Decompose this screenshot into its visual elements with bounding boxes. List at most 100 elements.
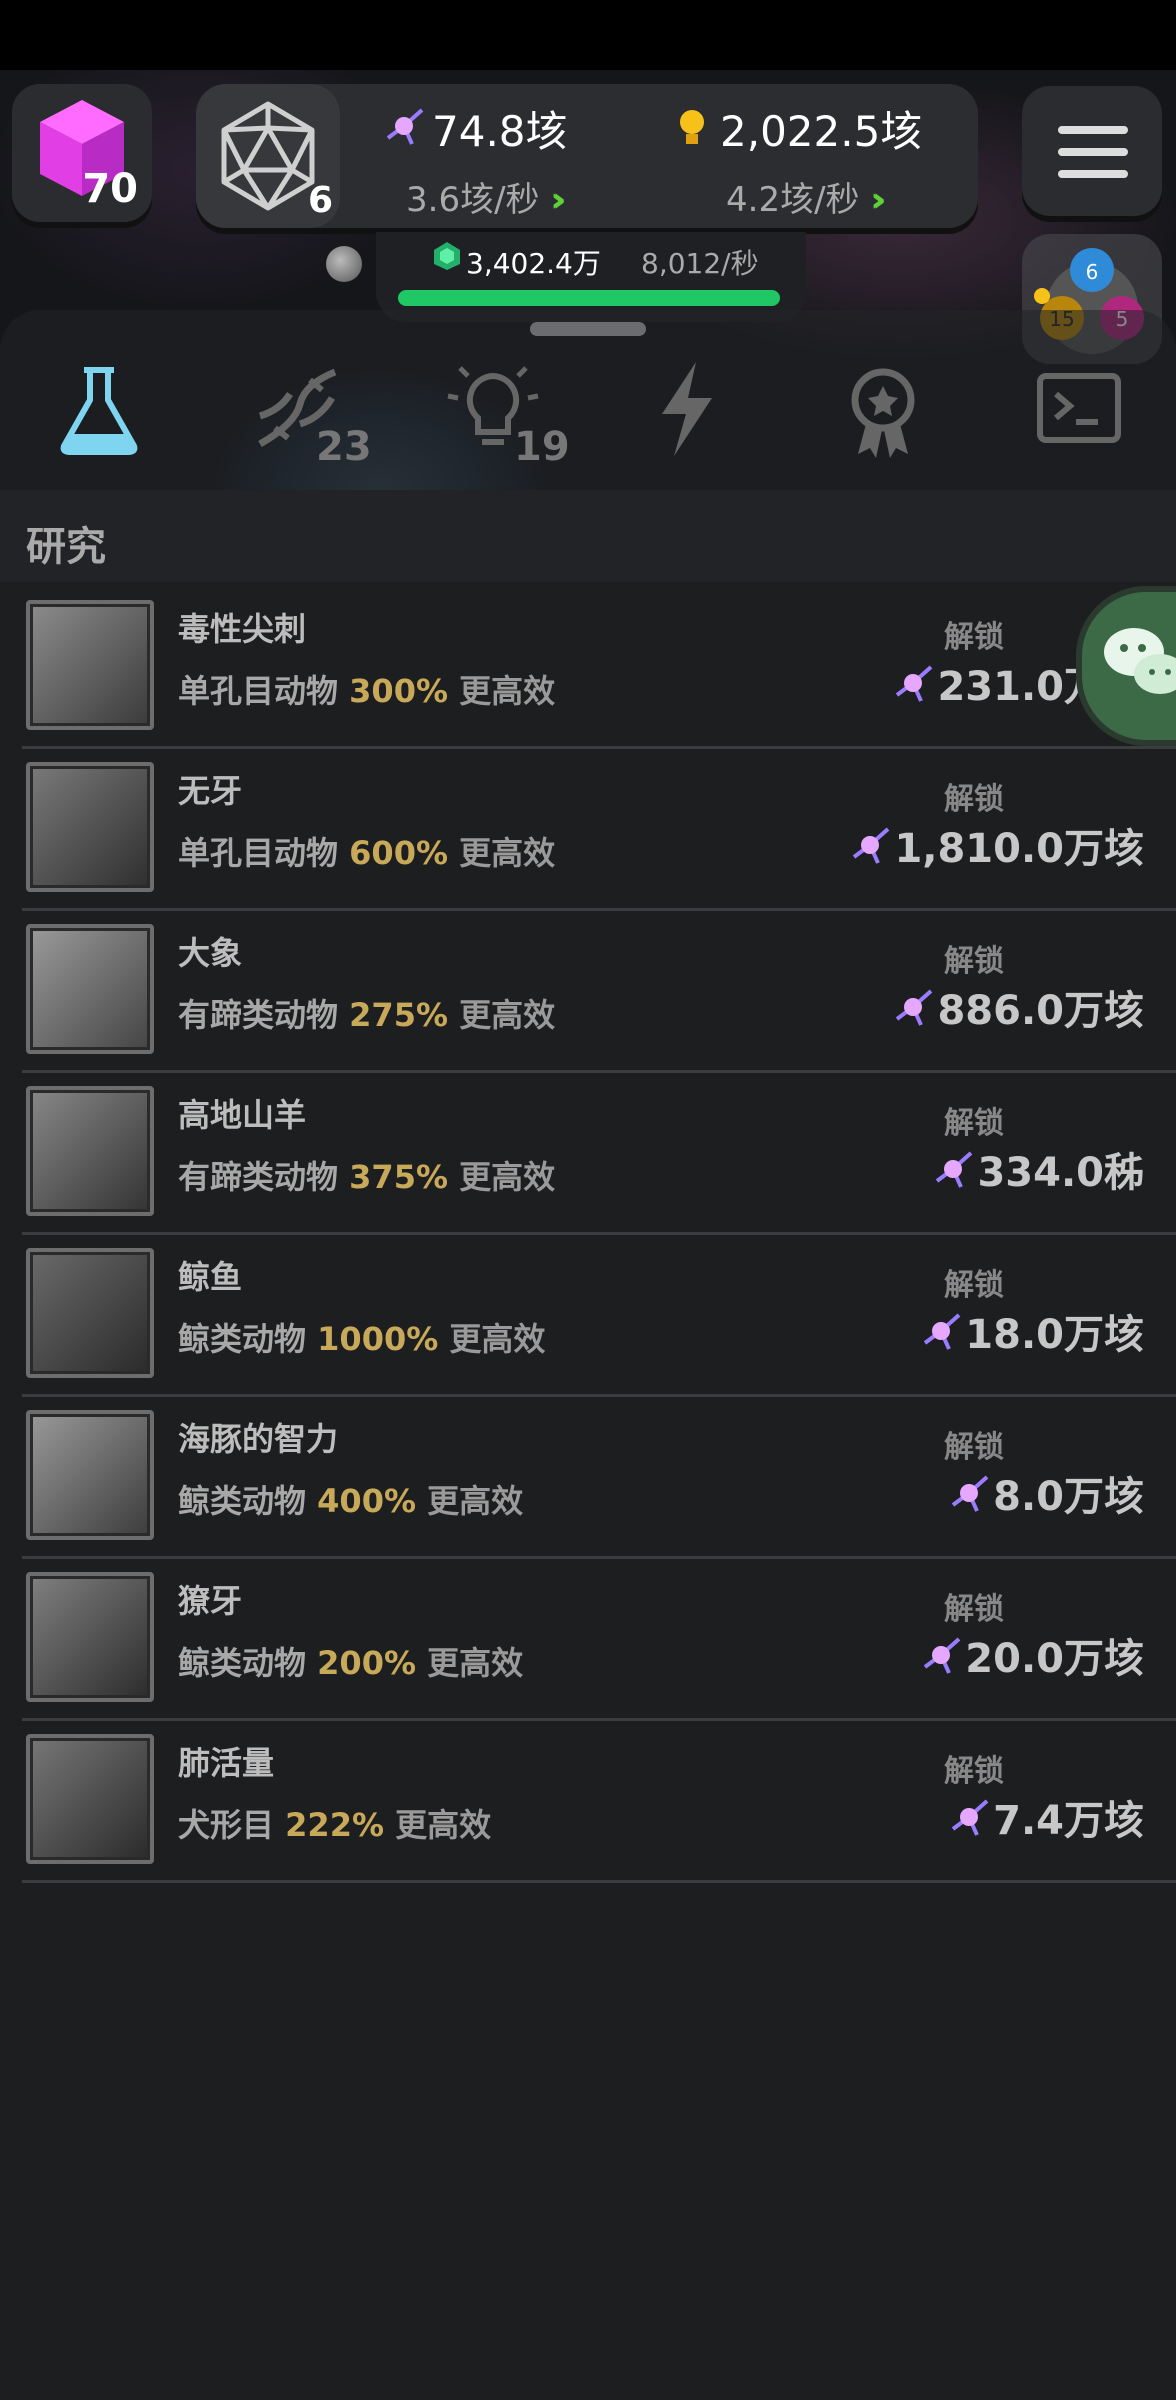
moon-icon xyxy=(326,246,362,282)
tab-bar xyxy=(0,310,1176,490)
research-row[interactable]: 鲸鱼 鲸类动物 1000% 更高效 解锁 18.0万垓 xyxy=(22,1232,1176,1397)
cost-value: 886.0万垓 xyxy=(937,988,1144,1034)
tab-dna[interactable]: 23 xyxy=(240,354,372,470)
unlock-label[interactable]: 解锁 xyxy=(944,1098,1004,1142)
d20-button[interactable]: 6 xyxy=(196,84,340,228)
effect-category: 有蹄类动物 xyxy=(178,996,339,1034)
d20-count: 6 xyxy=(308,180,334,221)
tab-boost[interactable] xyxy=(632,354,742,464)
effect-percent: 600% xyxy=(349,834,449,872)
research-row[interactable]: 肺活量 犬形目 222% 更高效 解锁 7.4万垓 xyxy=(22,1718,1176,1883)
unlock-label[interactable]: 解锁 xyxy=(944,1584,1004,1628)
dark-matter-icon xyxy=(924,1637,961,1674)
unlock-label[interactable]: 解锁 xyxy=(944,1260,1004,1304)
research-cost: 8.0万垓 xyxy=(947,1464,1144,1522)
unlock-label[interactable]: 解锁 xyxy=(944,936,1004,980)
dark-matter-icon xyxy=(896,989,933,1026)
lightning-icon xyxy=(662,362,712,456)
effect-percent: 1000% xyxy=(317,1320,439,1358)
effect-suffix: 更高效 xyxy=(395,1806,492,1844)
dark-matter-icon xyxy=(386,108,424,145)
animal-thumbnail xyxy=(26,1086,154,1216)
chevron-right-icon: ›› xyxy=(870,180,886,220)
research-name: 毒性尖刺 xyxy=(178,610,307,648)
effect-percent: 400% xyxy=(317,1482,417,1520)
effect-suffix: 更高效 xyxy=(459,996,556,1034)
cube-button[interactable]: 70 xyxy=(12,84,152,222)
unlock-label[interactable]: 解锁 xyxy=(944,774,1004,818)
effect-suffix: 更高效 xyxy=(459,1158,556,1196)
ideas-badge: 19 xyxy=(514,424,570,470)
cost-value: 334.0秭 xyxy=(977,1150,1144,1196)
wechat-icon xyxy=(1104,628,1176,694)
research-row[interactable]: 大象有蹄类动物 275% 更高效 解锁 886.0万垓 xyxy=(22,908,1176,1073)
effect-category: 鲸类动物 xyxy=(178,1320,307,1358)
effect-suffix: 更高效 xyxy=(427,1482,524,1520)
animal-thumbnail xyxy=(26,1248,154,1378)
research-name: 海豚的智力 xyxy=(178,1420,339,1458)
resource-panel[interactable]: 6 74.8垓 3.6垓/秒 ›› 2,022.5垓 4.2垓/秒 ›› xyxy=(196,84,978,228)
research-effect: 鲸类动物 400% 更高效 xyxy=(178,1476,523,1522)
research-name: 獠牙 xyxy=(178,1582,243,1620)
hamburger-line xyxy=(1058,170,1128,178)
effect-category: 单孔目动物 xyxy=(178,672,339,710)
dark-matter-icon xyxy=(924,1313,961,1350)
unlock-label[interactable]: 解锁 xyxy=(944,612,1004,656)
section-header xyxy=(0,490,1176,582)
effect-category: 鲸类动物 xyxy=(178,1644,307,1682)
unlock-label[interactable]: 解锁 xyxy=(944,1746,1004,1790)
effect-category: 鲸类动物 xyxy=(178,1482,307,1520)
drag-handle[interactable] xyxy=(530,322,646,336)
research-name: 肺活量 xyxy=(178,1744,275,1782)
research-effect: 有蹄类动物 275% 更高效 xyxy=(178,990,555,1036)
dark-matter-total: 74.8垓 xyxy=(432,107,568,156)
gem-panel[interactable]: 3,402.4万 8,012/秒 xyxy=(376,232,806,322)
effect-category: 犬形目 xyxy=(178,1806,275,1844)
effect-suffix: 更高效 xyxy=(427,1644,524,1682)
gems-progress-bar xyxy=(398,290,780,306)
research-effect: 有蹄类动物 375% 更高效 xyxy=(178,1152,555,1198)
lightbulb-small-icon xyxy=(680,110,704,144)
section-title: 研究 xyxy=(26,524,106,570)
flask-icon xyxy=(60,367,138,455)
research-row[interactable]: 高地山羊有蹄类动物 375% 更高效 解锁 334.0秭 xyxy=(22,1070,1176,1235)
research-effect: 单孔目动物 600% 更高效 xyxy=(178,828,555,874)
gem-icon xyxy=(434,242,460,270)
research-row[interactable]: 毒性尖刺 单孔目动物 300% 更高效 解锁 231.0万垓 xyxy=(22,584,1176,749)
research-cost: 20.0万垓 xyxy=(919,1626,1144,1684)
effect-percent: 200% xyxy=(317,1644,417,1682)
research-cost: 334.0秭 xyxy=(931,1140,1144,1198)
tab-console[interactable] xyxy=(1024,354,1134,464)
animal-thumbnail xyxy=(26,1734,154,1864)
medal-icon xyxy=(851,368,915,458)
dark-matter-rate: 3.6垓/秒 ›› xyxy=(406,180,566,220)
research-cost: 1,810.0万垓 xyxy=(848,816,1144,874)
ideas-rate: 4.2垓/秒 ›› xyxy=(726,180,886,220)
tab-achievements[interactable] xyxy=(828,354,938,464)
cost-value: 7.4万垓 xyxy=(993,1798,1144,1844)
dark-matter-icon xyxy=(951,1475,989,1512)
animal-thumbnail xyxy=(26,1572,154,1702)
cube-count: 70 xyxy=(82,166,138,212)
dark-matter-icon xyxy=(936,1151,973,1188)
research-row[interactable]: 獠牙鲸类动物 200% 更高效 解锁 20.0万垓 xyxy=(22,1556,1176,1721)
research-name: 无牙 xyxy=(178,772,243,810)
research-row[interactable]: 海豚的智力鲸类动物 400% 更高效 解锁 8.0万垓 xyxy=(22,1394,1176,1559)
research-effect: 鲸类动物 1000% 更高效 xyxy=(178,1314,545,1360)
hamburger-icon xyxy=(1058,126,1128,134)
research-name: 高地山羊 xyxy=(178,1096,307,1134)
dark-matter-icon xyxy=(951,1799,989,1836)
cost-value: 1,810.0万垓 xyxy=(894,826,1144,872)
animal-thumbnail xyxy=(26,1410,154,1540)
cost-value: 8.0万垓 xyxy=(993,1474,1144,1520)
unlock-label[interactable]: 解锁 xyxy=(944,1422,1004,1466)
animal-thumbnail xyxy=(26,924,154,1054)
tab-ideas[interactable]: 19 xyxy=(438,354,570,470)
research-name: 大象 xyxy=(178,934,243,972)
effect-category: 有蹄类动物 xyxy=(178,1158,339,1196)
dark-matter-icon xyxy=(896,665,933,702)
menu-button[interactable] xyxy=(1022,86,1162,216)
cost-value: 18.0万垓 xyxy=(965,1312,1144,1358)
tab-research[interactable] xyxy=(44,354,154,464)
research-row[interactable]: 无牙单孔目动物 600% 更高效 解锁 1,810.0万垓 xyxy=(22,746,1176,911)
